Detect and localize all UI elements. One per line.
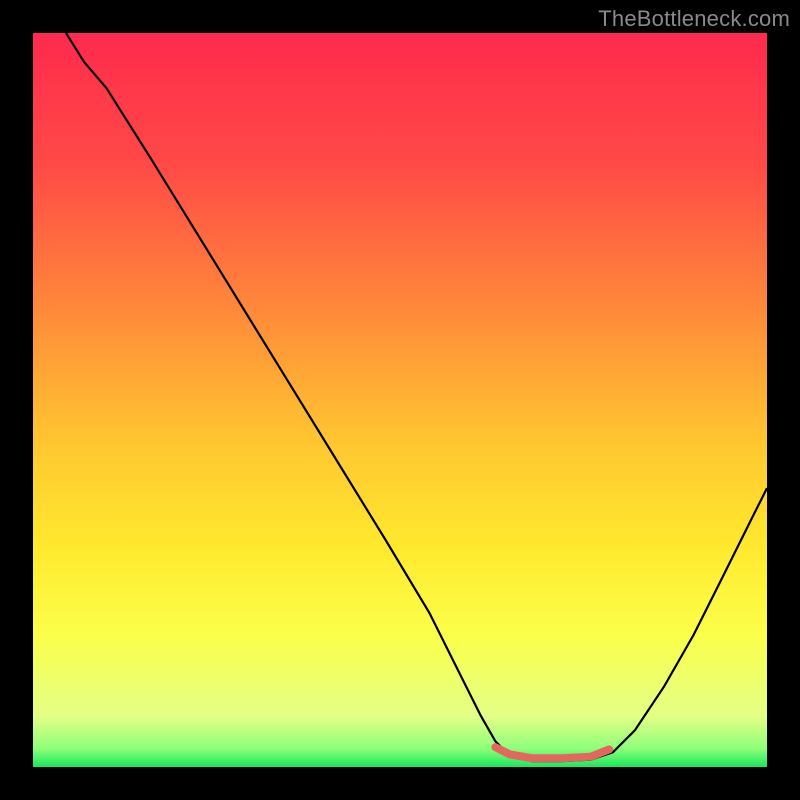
- watermark-text: TheBottleneck.com: [598, 6, 790, 32]
- bottleneck-chart: [33, 33, 767, 767]
- chart-frame: [33, 33, 767, 767]
- gradient-background: [33, 33, 767, 767]
